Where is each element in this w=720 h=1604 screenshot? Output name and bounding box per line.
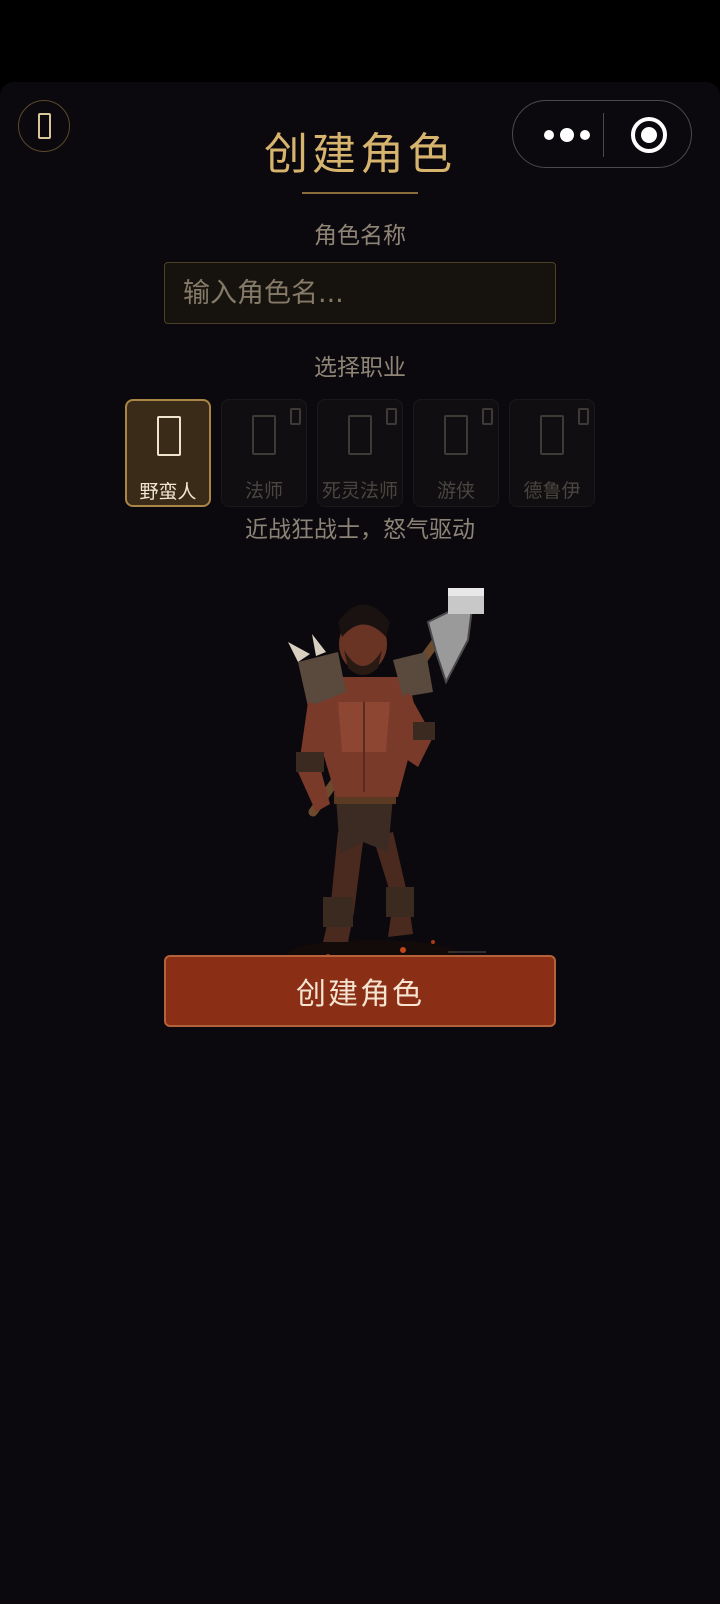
lock-icon (578, 408, 589, 425)
class-card-necromancer[interactable]: 死灵法师 (317, 399, 403, 507)
class-name: 游侠 (436, 480, 475, 502)
class-card-barbarian[interactable]: 野蛮人 (125, 399, 211, 507)
class-description: 近战狂战士，怒气驱动 (245, 517, 475, 543)
necromancer-icon (348, 415, 372, 455)
title-divider (302, 192, 418, 194)
lock-icon (482, 408, 493, 425)
page-title: 创建角色 (264, 129, 456, 180)
class-selector: 野蛮人 法师 死灵法师 游侠 德鲁伊 (125, 399, 595, 509)
class-name: 德鲁伊 (523, 480, 581, 502)
class-card-ranger[interactable]: 游侠 (413, 399, 499, 507)
druid-icon (540, 415, 564, 455)
create-character-page: 创建角色 角色名称 选择职业 野蛮人 法师 死灵法师 游侠 德鲁伊 近 (0, 82, 720, 1604)
lock-icon (290, 408, 301, 425)
class-label: 选择职业 (314, 355, 406, 381)
create-character-button[interactable]: 创建角色 (164, 955, 556, 1027)
barbarian-icon (157, 416, 181, 456)
class-name: 法师 (244, 480, 283, 502)
class-name: 死灵法师 (321, 480, 398, 502)
ranger-icon (444, 415, 468, 455)
class-card-druid[interactable]: 德鲁伊 (509, 399, 595, 507)
barbarian-character-image (288, 588, 486, 968)
class-card-mage[interactable]: 法师 (221, 399, 307, 507)
character-name-input[interactable] (164, 262, 556, 324)
name-label: 角色名称 (314, 223, 406, 249)
mage-icon (252, 415, 276, 455)
class-name: 野蛮人 (139, 481, 197, 503)
lock-icon (386, 408, 397, 425)
